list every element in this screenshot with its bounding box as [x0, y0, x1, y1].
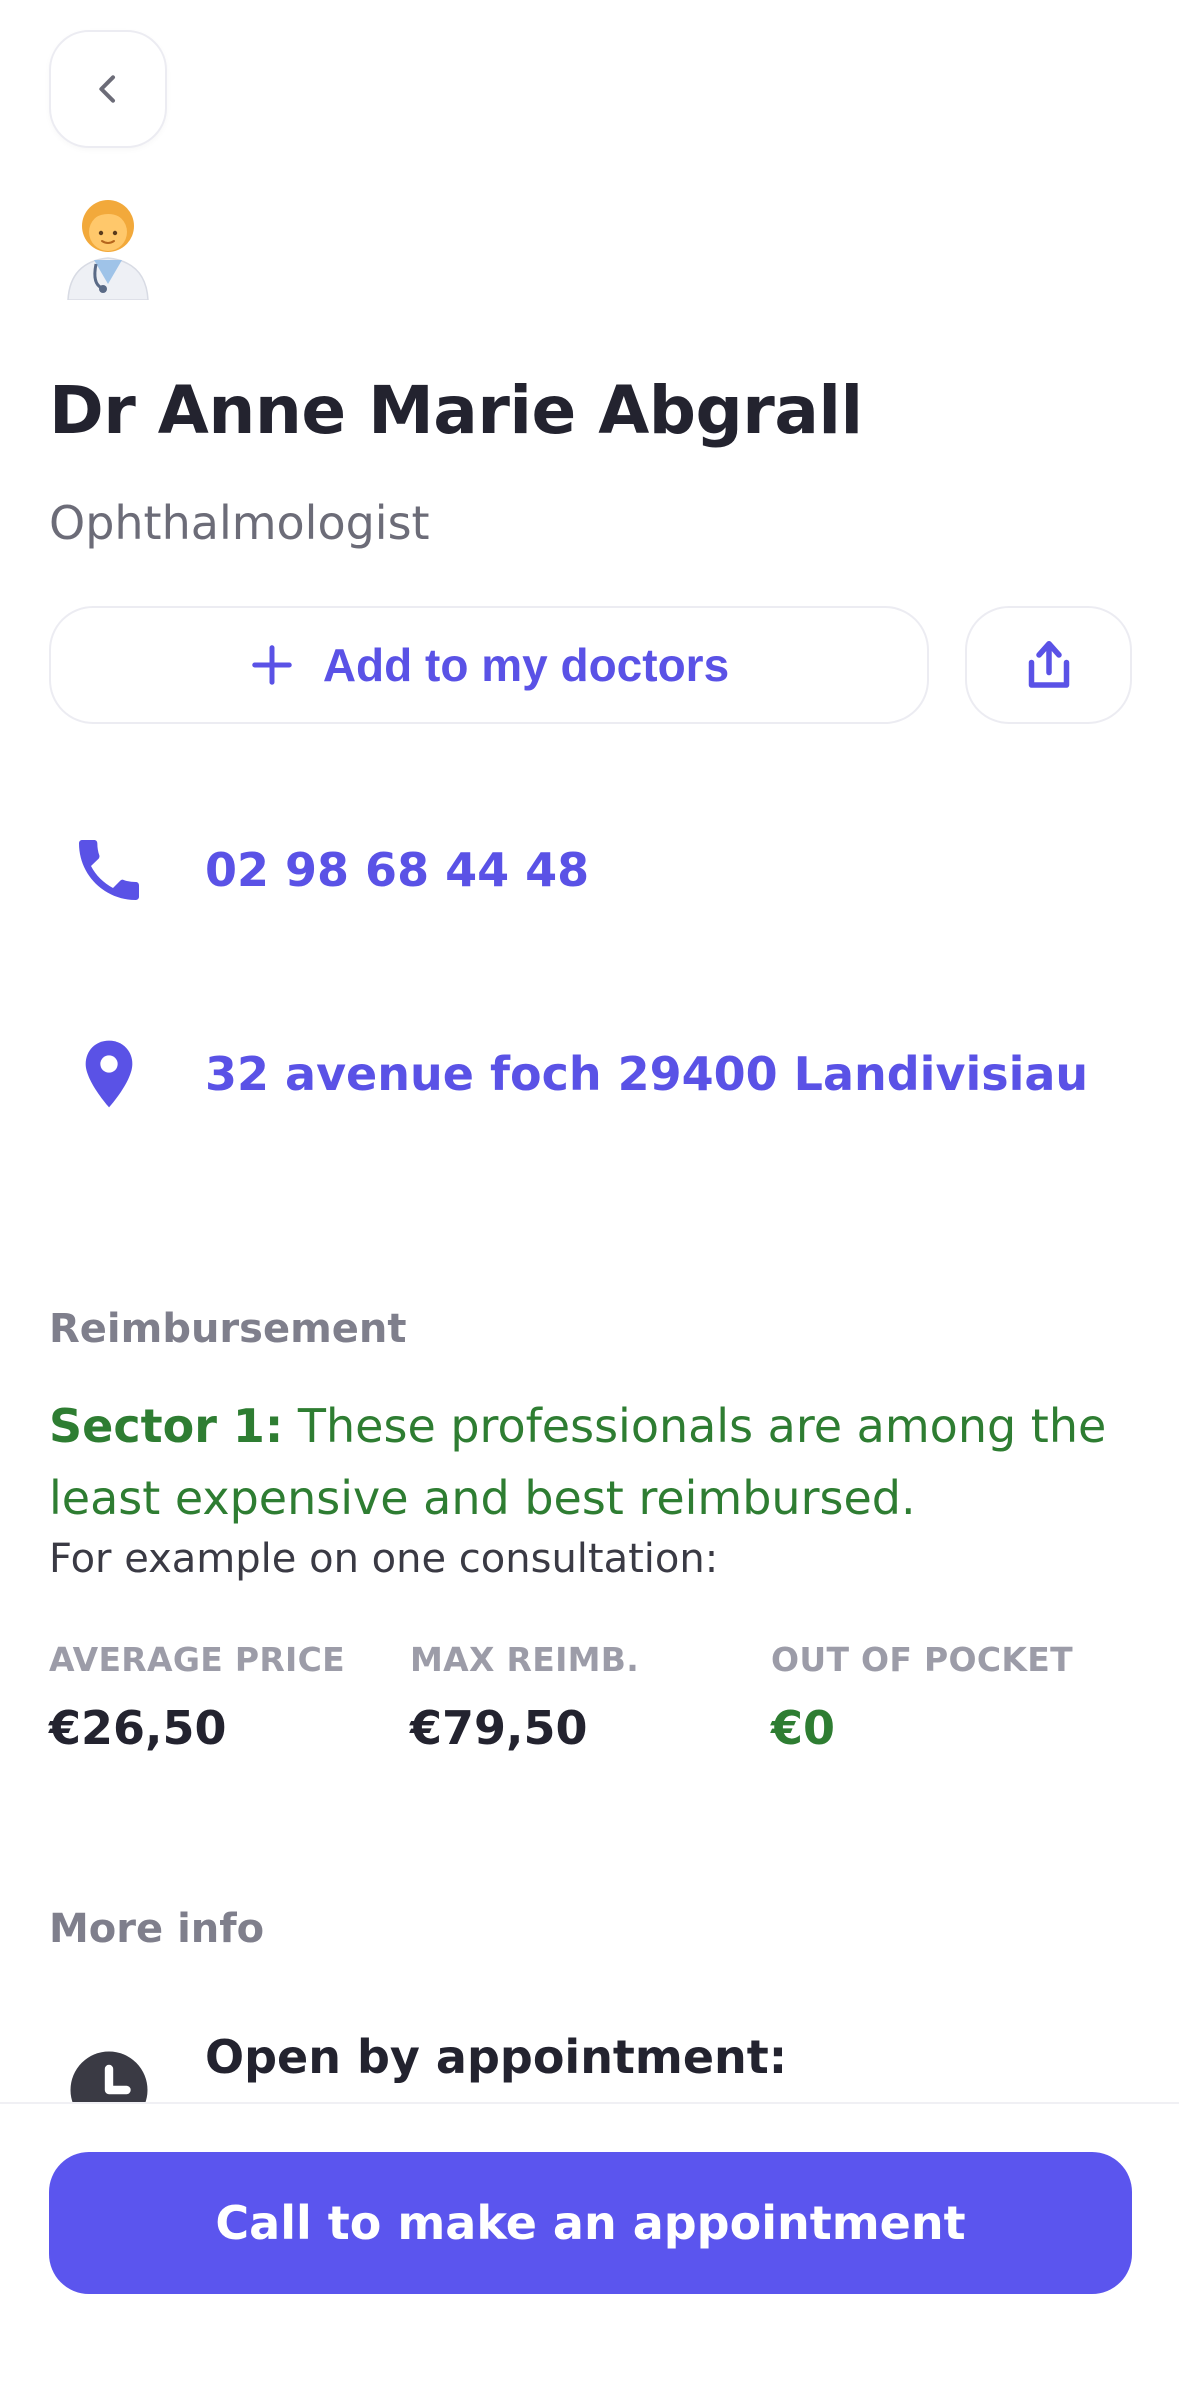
call-appointment-button[interactable]: Call to make an appointment: [49, 2152, 1132, 2294]
phone-icon: [79, 840, 139, 900]
doctor-name: Dr Anne Marie Abgrall: [49, 372, 863, 449]
max-reimb-label: MAX REIMB.: [410, 1640, 640, 1679]
plus-icon: [252, 645, 292, 685]
sector-description: Sector 1: These professionals are among …: [49, 1390, 1129, 1534]
out-of-pocket-label: OUT OF POCKET: [771, 1640, 1073, 1679]
max-reimb-value: €79,50: [410, 1701, 588, 1755]
back-button[interactable]: [49, 30, 167, 148]
share-button[interactable]: [965, 606, 1132, 724]
sector-label: Sector 1:: [49, 1399, 284, 1453]
add-to-my-doctors-button[interactable]: Add to my doctors: [49, 606, 929, 724]
share-icon: [1028, 641, 1069, 688]
address-link[interactable]: 32 avenue foch 29400 Landivisiau: [205, 1047, 1088, 1101]
max-reimb-column: MAX REIMB. €79,50: [410, 1640, 750, 1755]
phone-number-link[interactable]: 02 98 68 44 48: [205, 843, 589, 897]
out-of-pocket-column: OUT OF POCKET €0: [771, 1640, 1111, 1755]
average-price-label: AVERAGE PRICE: [49, 1640, 345, 1679]
opening-hours-row: Open by appointment:: [49, 2030, 1139, 2129]
bottom-action-bar: Call to make an appointment: [0, 2102, 1179, 2396]
doctor-avatar-icon: [67, 200, 149, 300]
chevron-left-icon: [99, 75, 115, 103]
more-info-title: More info: [49, 1906, 265, 1952]
location-pin-icon: [85, 1040, 133, 1108]
average-price-value: €26,50: [49, 1701, 227, 1755]
reimbursement-title: Reimbursement: [49, 1306, 407, 1352]
opening-hours-label: Open by appointment:: [205, 2030, 788, 2084]
address-row[interactable]: 32 avenue foch 29400 Landivisiau: [49, 1014, 1139, 1134]
phone-row[interactable]: 02 98 68 44 48: [49, 810, 1139, 930]
add-to-my-doctors-label: Add to my doctors: [322, 639, 730, 691]
doctor-specialty: Ophthalmologist: [49, 496, 430, 550]
example-text: For example on one consultation:: [49, 1536, 719, 1582]
average-price-column: AVERAGE PRICE €26,50: [49, 1640, 389, 1755]
out-of-pocket-value: €0: [771, 1701, 836, 1755]
